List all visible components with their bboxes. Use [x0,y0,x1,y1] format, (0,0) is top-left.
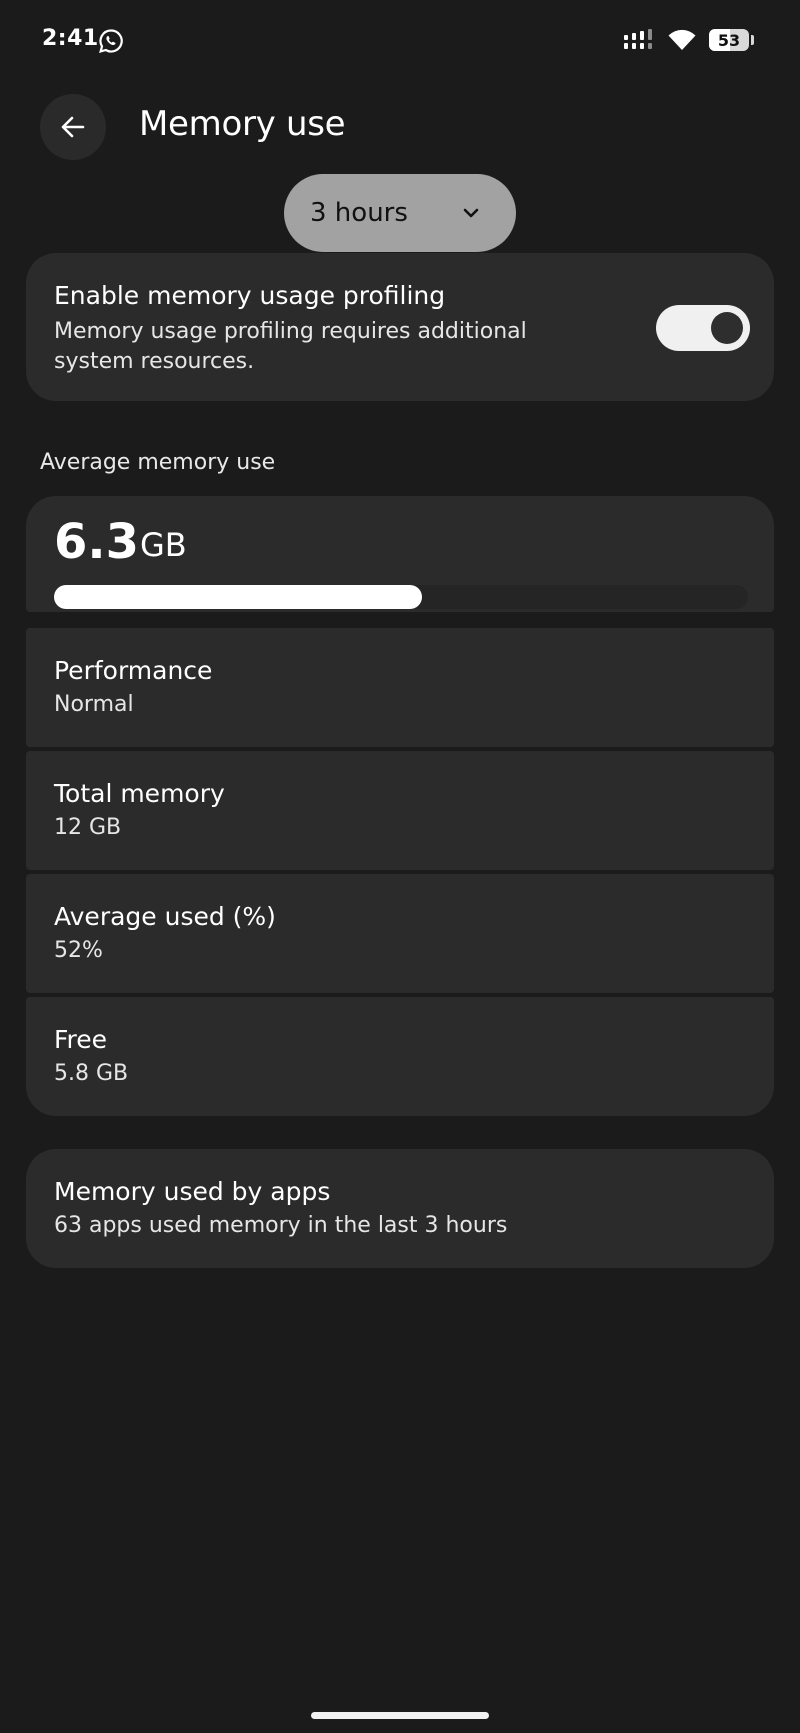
section-label-average: Average memory use [40,450,276,475]
info-value: 52% [54,938,103,963]
average-memory-card: 6.3 GB [26,496,774,612]
info-row-performance: Performance Normal [26,628,774,747]
status-time: 2:41 [42,26,99,51]
apps-subtitle: 63 apps used memory in the last 3 hours [54,1213,508,1238]
memory-used-by-apps-item[interactable]: Memory used by apps 63 apps used memory … [26,1149,774,1268]
info-title: Performance [54,656,213,685]
gesture-nav-handle[interactable] [311,1712,489,1719]
battery-icon: 53 [709,29,754,51]
battery-level: 53 [717,30,741,50]
memory-usage-bar-fill [54,585,422,609]
profiling-title: Enable memory usage profiling [54,281,446,310]
info-value: 12 GB [54,815,122,840]
page-title: Memory use [139,104,346,144]
status-icons: 53 [623,26,754,54]
info-row-total-memory: Total memory 12 GB [26,751,774,870]
chevron-down-icon [463,208,479,218]
period-selected-label: 3 hours [310,198,408,228]
info-value: 5.8 GB [54,1061,129,1086]
info-title: Average used (%) [54,902,276,931]
info-title: Total memory [54,779,225,808]
wifi-icon [668,29,696,50]
profiling-setting[interactable]: Enable memory usage profiling Memory usa… [26,253,774,401]
whatsapp-icon [99,29,123,53]
average-memory-value: 6.3 [54,514,140,570]
arrow-left-icon [61,116,85,138]
info-row-free: Free 5.8 GB [26,997,774,1116]
info-row-average-used: Average used (%) 52% [26,874,774,993]
period-dropdown[interactable]: 3 hours [284,174,516,252]
memory-usage-bar [54,585,748,609]
status-bar: 2:41 53 [0,0,800,80]
average-memory-unit: GB [140,526,187,564]
back-button[interactable] [40,94,106,160]
info-title: Free [54,1025,108,1054]
profiling-toggle[interactable] [656,305,750,351]
info-value: Normal [54,692,134,717]
apps-title: Memory used by apps [54,1177,331,1206]
profiling-description: Memory usage profiling requires addition… [54,319,527,374]
signal-icon [624,29,652,49]
toggle-thumb [711,312,743,344]
